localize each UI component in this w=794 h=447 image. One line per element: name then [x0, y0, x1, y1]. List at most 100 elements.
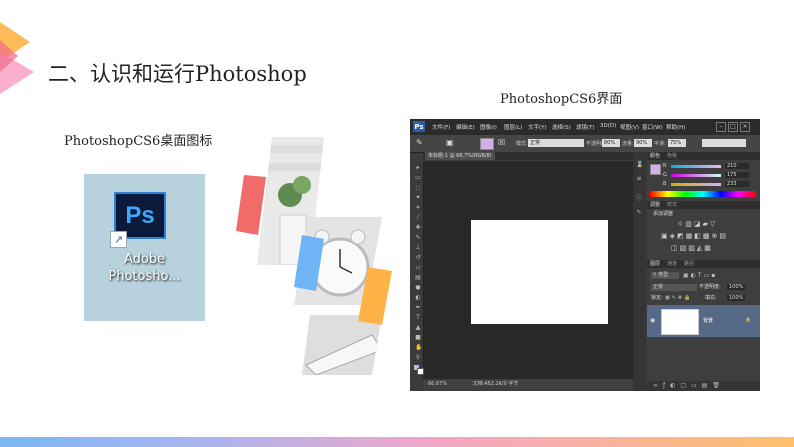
b-label: B	[663, 181, 667, 187]
stamp-tool-icon[interactable]: ⊥	[415, 245, 421, 251]
tab-color[interactable]: 颜色	[650, 152, 660, 160]
crop-tool-icon[interactable]: ⌗	[415, 205, 421, 211]
pen-tool-icon[interactable]: ✒	[415, 305, 421, 311]
layer-opacity-input[interactable]: 100%	[727, 284, 745, 290]
menu-window[interactable]: 窗口(W)	[642, 123, 663, 131]
layer-name[interactable]: 背景	[703, 317, 713, 324]
dodge-tool-icon[interactable]: ◐	[415, 295, 421, 301]
menu-select[interactable]: 选择(S)	[552, 123, 571, 131]
blue-value[interactable]: 233	[725, 181, 749, 187]
visibility-eye-icon[interactable]: ◉	[650, 317, 655, 324]
menu-filter[interactable]: 滤镜(T)	[576, 123, 595, 131]
document-info: 文档:452.2K/0 字节	[472, 381, 519, 387]
fill-input[interactable]: 100%	[727, 295, 745, 301]
smooth-input[interactable]: 75%	[668, 139, 686, 147]
move-tool-icon[interactable]: ▸	[415, 165, 421, 171]
slide-title: 二、认识和运行Photoshop	[48, 62, 307, 86]
healing-tool-icon[interactable]: ✚	[415, 225, 421, 231]
smooth-label: 平滑:	[654, 141, 666, 147]
color-panel-tabs: 颜色 色板	[647, 152, 760, 160]
history-brush-tool-icon[interactable]: ↺	[415, 255, 421, 261]
layers-panel-footer-icons[interactable]: ∞ƒ◐▢▭▤🗑	[647, 381, 760, 391]
lasso-tool-icon[interactable]: ◌	[415, 185, 421, 191]
blue-slider[interactable]	[671, 183, 721, 186]
hand-tool-icon[interactable]: ✋	[415, 345, 422, 351]
red-slider[interactable]	[671, 165, 721, 168]
mode-select[interactable]: 正常	[528, 139, 584, 147]
corner-decoration	[0, 22, 34, 94]
red-accent-shape	[236, 175, 266, 235]
right-panels: 颜色 色板 R 210 G 175 B 233 调整 样式 添加调整 ☼▥◪▰▽…	[647, 152, 760, 391]
flow-input[interactable]: 90%	[634, 139, 652, 147]
document-canvas[interactable]	[471, 220, 608, 324]
brush-tool-icon[interactable]: ✎	[416, 138, 423, 147]
background-color-icon[interactable]	[417, 368, 424, 375]
layers-panel-tabs: 图层 通道 路径	[647, 260, 760, 268]
menu-view[interactable]: 视图(V)	[620, 123, 639, 131]
eyedropper-tool-icon[interactable]: ⁄	[415, 215, 421, 221]
adjustment-icons-row1[interactable]: ☼▥◪▰▽	[677, 220, 717, 228]
canvas-area	[424, 161, 633, 379]
document-tabs: 未标题-1 @ 66.7%(RGB/8)	[423, 152, 637, 160]
tab-styles[interactable]: 样式	[667, 201, 677, 209]
tools-panel: ▸ ▭ ◌ ✦ ⌗ ⁄ ✚ ✎ ⊥ ↺ ▱ ▤ ● ◐ ✒ T ▲ ■ ✋ ⚲	[413, 161, 424, 379]
gradient-tool-icon[interactable]: ▤	[415, 275, 421, 281]
history-panel-icon[interactable]: ⌛	[636, 162, 643, 168]
marquee-tool-icon[interactable]: ▭	[415, 175, 421, 181]
zoom-level[interactable]: 66.67%	[428, 381, 447, 387]
layer-filter-icons[interactable]: ▣◐T▭▪	[683, 272, 717, 279]
green-value[interactable]: 175	[725, 172, 749, 178]
zoom-tool-icon[interactable]: ⚲	[415, 355, 421, 361]
r-label: R	[663, 163, 667, 169]
blur-tool-icon[interactable]: ●	[415, 285, 421, 291]
adjustment-icons-row2[interactable]: ▣◈◩▦◧▩⊕▤	[661, 232, 728, 240]
desktop-icon-caption: PhotoshopCS6桌面图标	[64, 134, 213, 149]
close-button[interactable]: ×	[740, 122, 750, 132]
menu-image[interactable]: 图像(I)	[480, 123, 497, 131]
color-spectrum[interactable]	[650, 191, 756, 197]
color-panel-swatch[interactable]	[650, 164, 661, 175]
fill-label: 填充:	[705, 295, 717, 301]
green-slider[interactable]	[671, 174, 721, 177]
photo-collage	[236, 137, 392, 375]
tab-adjustments[interactable]: 调整	[650, 201, 660, 209]
minimize-button[interactable]: –	[716, 122, 726, 132]
adjustment-icons-row3[interactable]: ◫▧▨◭▦	[671, 244, 713, 252]
red-value[interactable]: 210	[725, 163, 749, 169]
menu-file[interactable]: 文件(F)	[432, 123, 450, 131]
options-bar: ✎ ▣ ☒ 模式: 正常 不透明度: 80% 流量: 90% 平滑: 75%	[410, 135, 760, 153]
properties-panel-icon[interactable]: ≡	[636, 176, 642, 182]
mode-label: 模式:	[516, 141, 528, 147]
g-label: G	[663, 172, 667, 178]
tab-channels[interactable]: 通道	[667, 260, 677, 268]
desktop-icon-label[interactable]: Adobe Photosho...	[86, 251, 203, 285]
path-selection-tool-icon[interactable]: ▲	[415, 325, 421, 331]
document-tab[interactable]: 未标题-1 @ 66.7%(RGB/8)	[425, 152, 495, 160]
lock-icons[interactable]: ▩✎✚🔒	[665, 295, 692, 301]
menu-layer[interactable]: 图层(L)	[504, 123, 522, 131]
blend-mode-select[interactable]: 正常	[651, 284, 697, 291]
opacity-input[interactable]: 80%	[602, 139, 620, 147]
foreground-swatch[interactable]	[480, 138, 494, 150]
eraser-tool-icon[interactable]: ▱	[415, 265, 421, 271]
menu-type[interactable]: 文字(Y)	[528, 123, 547, 131]
brush-tool-icon-left[interactable]: ✎	[415, 235, 421, 241]
maximize-button[interactable]: □	[728, 122, 738, 132]
adjust-panel-title: 添加调整	[653, 211, 674, 217]
menu-3d[interactable]: 3D(D)	[600, 123, 616, 129]
layer-kind-select[interactable]: ⚲ 类型	[651, 272, 679, 279]
layer-row-background[interactable]: ◉ 背景 🔒	[647, 305, 760, 337]
menu-help[interactable]: 帮助(H)	[666, 123, 685, 131]
tab-layers[interactable]: 图层	[650, 260, 660, 268]
toggle-icon[interactable]: ☒	[498, 138, 505, 147]
info-panel-icon[interactable]: ⓘ	[636, 196, 642, 202]
tab-paths[interactable]: 路径	[684, 260, 694, 268]
type-tool-icon[interactable]: T	[415, 315, 421, 321]
workspace-select[interactable]	[702, 139, 746, 147]
magic-wand-tool-icon[interactable]: ✦	[415, 195, 421, 201]
shape-tool-icon[interactable]: ■	[415, 335, 421, 341]
brush-panel-icon[interactable]: ✎	[636, 210, 642, 216]
tab-swatches[interactable]: 色板	[667, 152, 677, 160]
menu-edit[interactable]: 编辑(E)	[456, 123, 475, 131]
brush-preset-icon[interactable]: ▣	[446, 138, 454, 147]
